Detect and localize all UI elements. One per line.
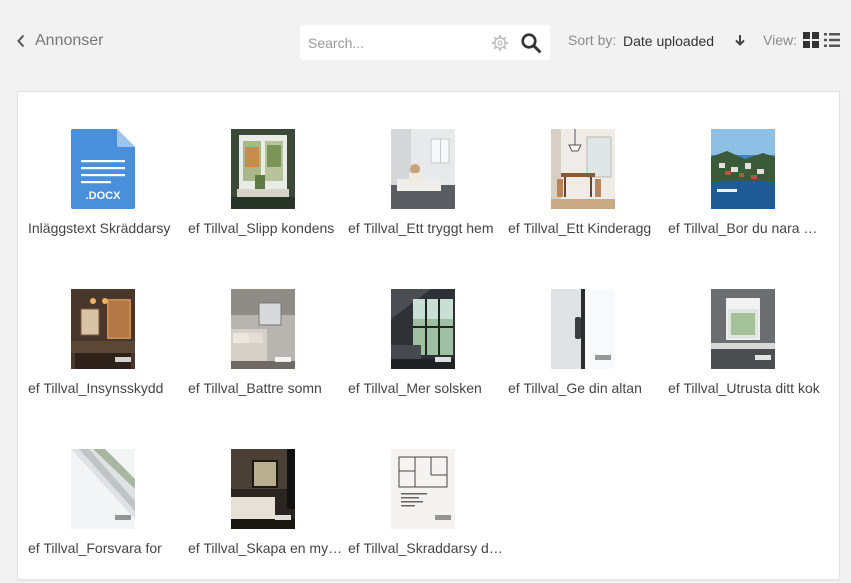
- dining-photo: [551, 129, 615, 209]
- file-name: ef Tillval_Skraddarsy ditt hem: [348, 540, 504, 556]
- dark-bedroom-photo: [231, 449, 295, 529]
- file-item[interactable]: .DOCX Inläggstext Skräddarsy: [28, 129, 188, 279]
- file-name: ef Tillval_Battre somn: [188, 380, 322, 396]
- file-name: ef Tillval_Forsvara for: [28, 540, 162, 556]
- bed-photo: [231, 289, 295, 369]
- docx-badge: .DOCX: [86, 190, 122, 202]
- sort-label: Sort by:: [568, 32, 617, 48]
- file-grid: .DOCX Inläggstext Skräddarsy ef Tillval_…: [17, 91, 840, 580]
- file-name: ef Tillval_Skapa en mysig: [188, 540, 344, 556]
- file-name: ef Tillval_Ett tryggt hem: [348, 220, 494, 236]
- file-name: ef Tillval_Ge din altan: [508, 380, 642, 396]
- file-item[interactable]: ef Tillval_Bor du nara vattnet: [668, 129, 828, 279]
- file-name: ef Tillval_Bor du nara vattnet: [668, 220, 824, 236]
- list-view-icon[interactable]: [824, 32, 840, 48]
- file-item[interactable]: ef Tillval_Battre somn: [188, 289, 348, 439]
- file-item[interactable]: ef Tillval_Forsvara for: [28, 449, 188, 583]
- arrow-down-icon[interactable]: [734, 33, 746, 47]
- door-handle-photo: [551, 289, 615, 369]
- file-item[interactable]: ef Tillval_Mer solsken: [348, 289, 508, 439]
- back-link[interactable]: Annonser: [16, 32, 104, 50]
- file-item[interactable]: ef Tillval_Ett tryggt hem: [348, 129, 508, 279]
- docx-file-icon: .DOCX: [71, 129, 135, 209]
- kitchen-photo: [711, 289, 775, 369]
- bedroom-photo: [391, 129, 455, 209]
- chevron-left-icon: [17, 34, 25, 48]
- file-name: Inläggstext Skräddarsy: [28, 220, 171, 236]
- file-item[interactable]: ef Tillval_Utrusta ditt kok: [668, 289, 828, 439]
- file-name: ef Tillval_Insynsskydd: [28, 380, 164, 396]
- bathroom-photo: [71, 289, 135, 369]
- window-photo: [231, 129, 295, 209]
- living-room-photo: [391, 289, 455, 369]
- search-box: [300, 25, 550, 60]
- back-label: Annonser: [35, 32, 104, 49]
- search-icon[interactable]: [520, 32, 542, 54]
- grid-view-icon[interactable]: [803, 32, 819, 48]
- view-label: View:: [763, 32, 797, 48]
- file-name: ef Tillval_Utrusta ditt kok: [668, 380, 820, 396]
- window-frame-photo: [71, 449, 135, 529]
- file-name: ef Tillval_Ett Kinderagg: [508, 220, 652, 236]
- toolbar: Annonser Sort by: Date uploaded View:: [0, 0, 851, 90]
- search-input[interactable]: [300, 25, 485, 60]
- file-item[interactable]: ef Tillval_Skraddarsy ditt hem: [348, 449, 508, 583]
- file-item[interactable]: ef Tillval_Skapa en mysig: [188, 449, 348, 583]
- gear-icon[interactable]: [491, 34, 509, 52]
- floorplan-image: [391, 449, 455, 529]
- file-item[interactable]: ef Tillval_Insynsskydd: [28, 289, 188, 439]
- sort-dropdown[interactable]: Date uploaded: [623, 33, 714, 49]
- file-name: ef Tillval_Mer solsken: [348, 380, 482, 396]
- harbor-photo: [711, 129, 775, 209]
- file-name: ef Tillval_Slipp kondens: [188, 220, 335, 236]
- file-item[interactable]: ef Tillval_Ge din altan: [508, 289, 668, 439]
- file-item[interactable]: ef Tillval_Ett Kinderagg: [508, 129, 668, 279]
- file-item[interactable]: ef Tillval_Slipp kondens: [188, 129, 348, 279]
